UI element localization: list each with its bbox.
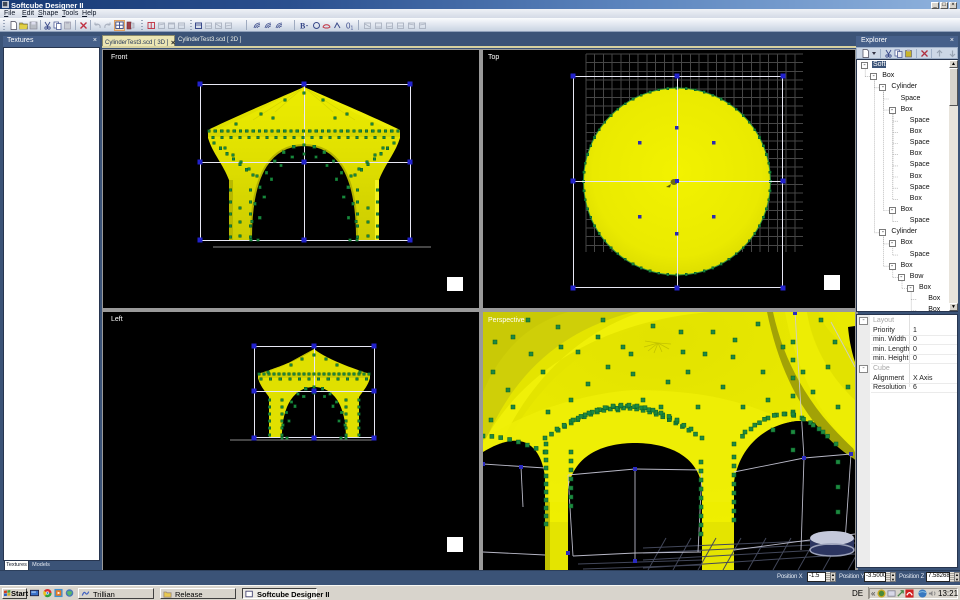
svg-text:Top: Top	[488, 54, 499, 61]
svg-text:Front: Front	[111, 54, 127, 61]
svg-text:1: 1	[351, 26, 354, 31]
svg-text:Left: Left	[111, 316, 123, 323]
svg-text:B: B	[300, 22, 306, 31]
svg-text:Perspective: Perspective	[488, 317, 525, 324]
